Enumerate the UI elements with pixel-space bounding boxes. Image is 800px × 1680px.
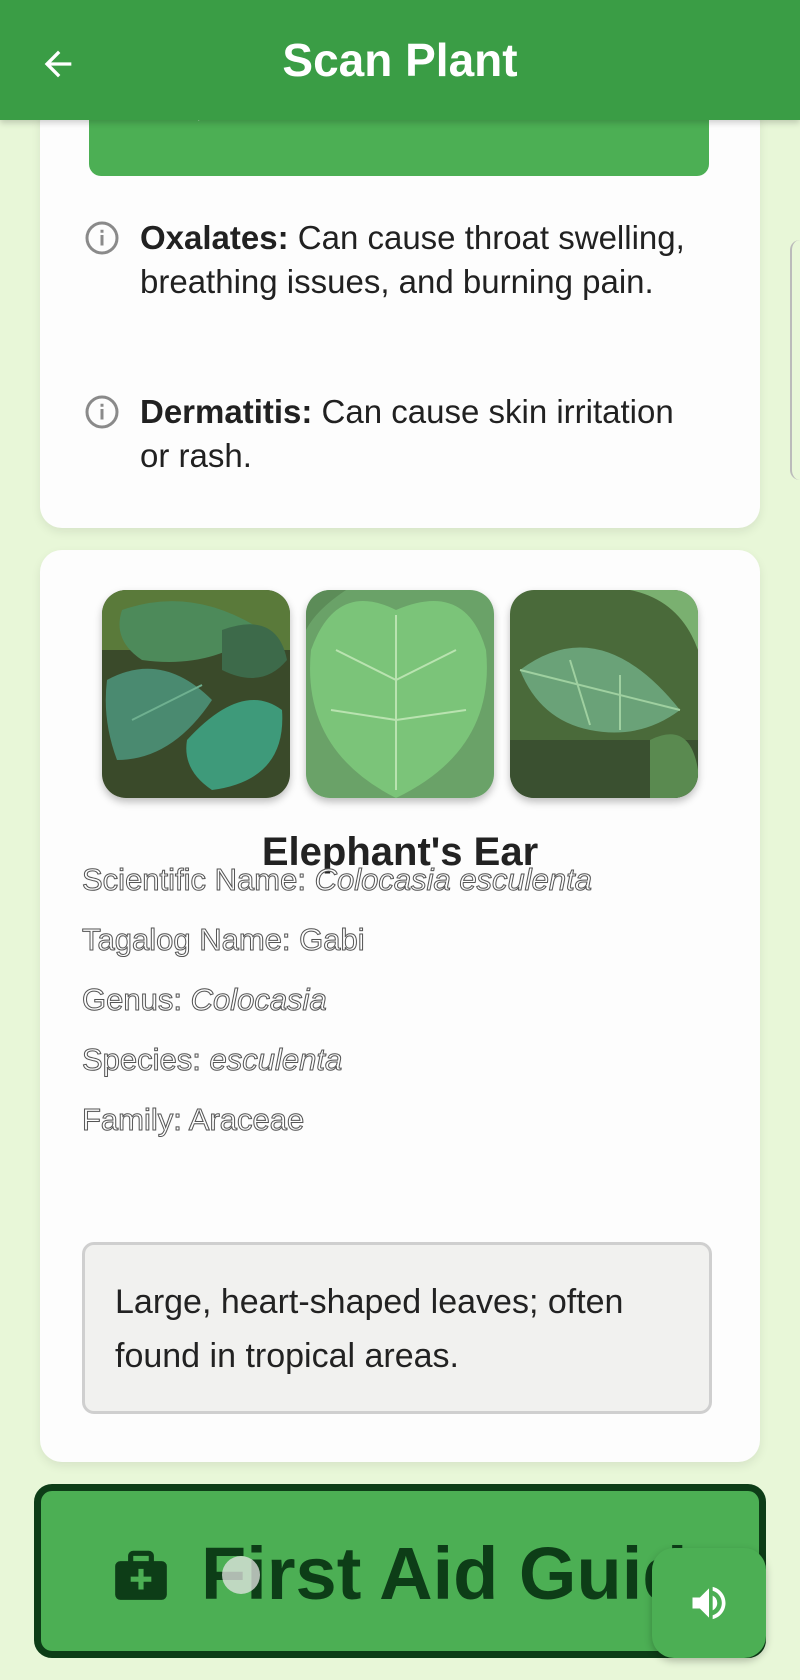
family-row: Family: Araceae (82, 1102, 305, 1138)
scientific-name-label: Scientific Name: (82, 862, 315, 898)
dermatitis-info: Dermatitis: Can cause skin irritation or… (84, 390, 704, 478)
family-label: Family: (82, 1102, 189, 1138)
species-value: esculenta (209, 1042, 343, 1078)
family-value: Araceae (188, 1102, 305, 1138)
species-row: Species: esculenta (82, 1042, 343, 1078)
plant-photo-gallery (102, 590, 698, 798)
plant-photo[interactable] (510, 590, 698, 798)
tagalog-name-value: Gabi (299, 922, 365, 958)
scientific-name-row: Scientific Name: Colocasia esculenta (82, 862, 593, 898)
info-icon (84, 390, 120, 478)
scroll-indicator (790, 240, 800, 480)
genus-row: Genus: Colocasia (82, 982, 328, 1018)
plant-info-card: Elephant's Ear Scientific Name: Colocasi… (40, 550, 760, 1462)
oxalates-term: Oxalates: (140, 219, 289, 256)
first-aid-kit-icon (115, 1550, 167, 1600)
toxicity-card: Oxalates & Dermatitis Oxalates: Can caus… (40, 100, 760, 528)
info-icon (84, 216, 120, 304)
genus-label: Genus: (82, 982, 191, 1018)
touch-indicator (222, 1556, 260, 1594)
plant-description: Large, heart-shaped leaves; often found … (82, 1242, 712, 1414)
page-title: Scan Plant (282, 34, 518, 86)
text-to-speech-button[interactable] (652, 1548, 766, 1658)
plant-photo[interactable] (102, 590, 290, 798)
plant-photo[interactable] (306, 590, 494, 798)
first-aid-guide-label: First Aid Guid (201, 1532, 688, 1615)
scientific-name-value: Colocasia esculenta (314, 862, 593, 898)
oxalates-info: Oxalates: Can cause throat swelling, bre… (84, 216, 704, 304)
app-bar: Scan Plant (0, 0, 800, 120)
species-label: Species: (82, 1042, 210, 1078)
tagalog-name-row: Tagalog Name: Gabi (81, 922, 365, 958)
tagalog-name-label: Tagalog Name: (81, 922, 300, 958)
speaker-icon (692, 1586, 726, 1620)
dermatitis-term: Dermatitis: (140, 393, 313, 430)
genus-value: Colocasia (190, 982, 327, 1018)
